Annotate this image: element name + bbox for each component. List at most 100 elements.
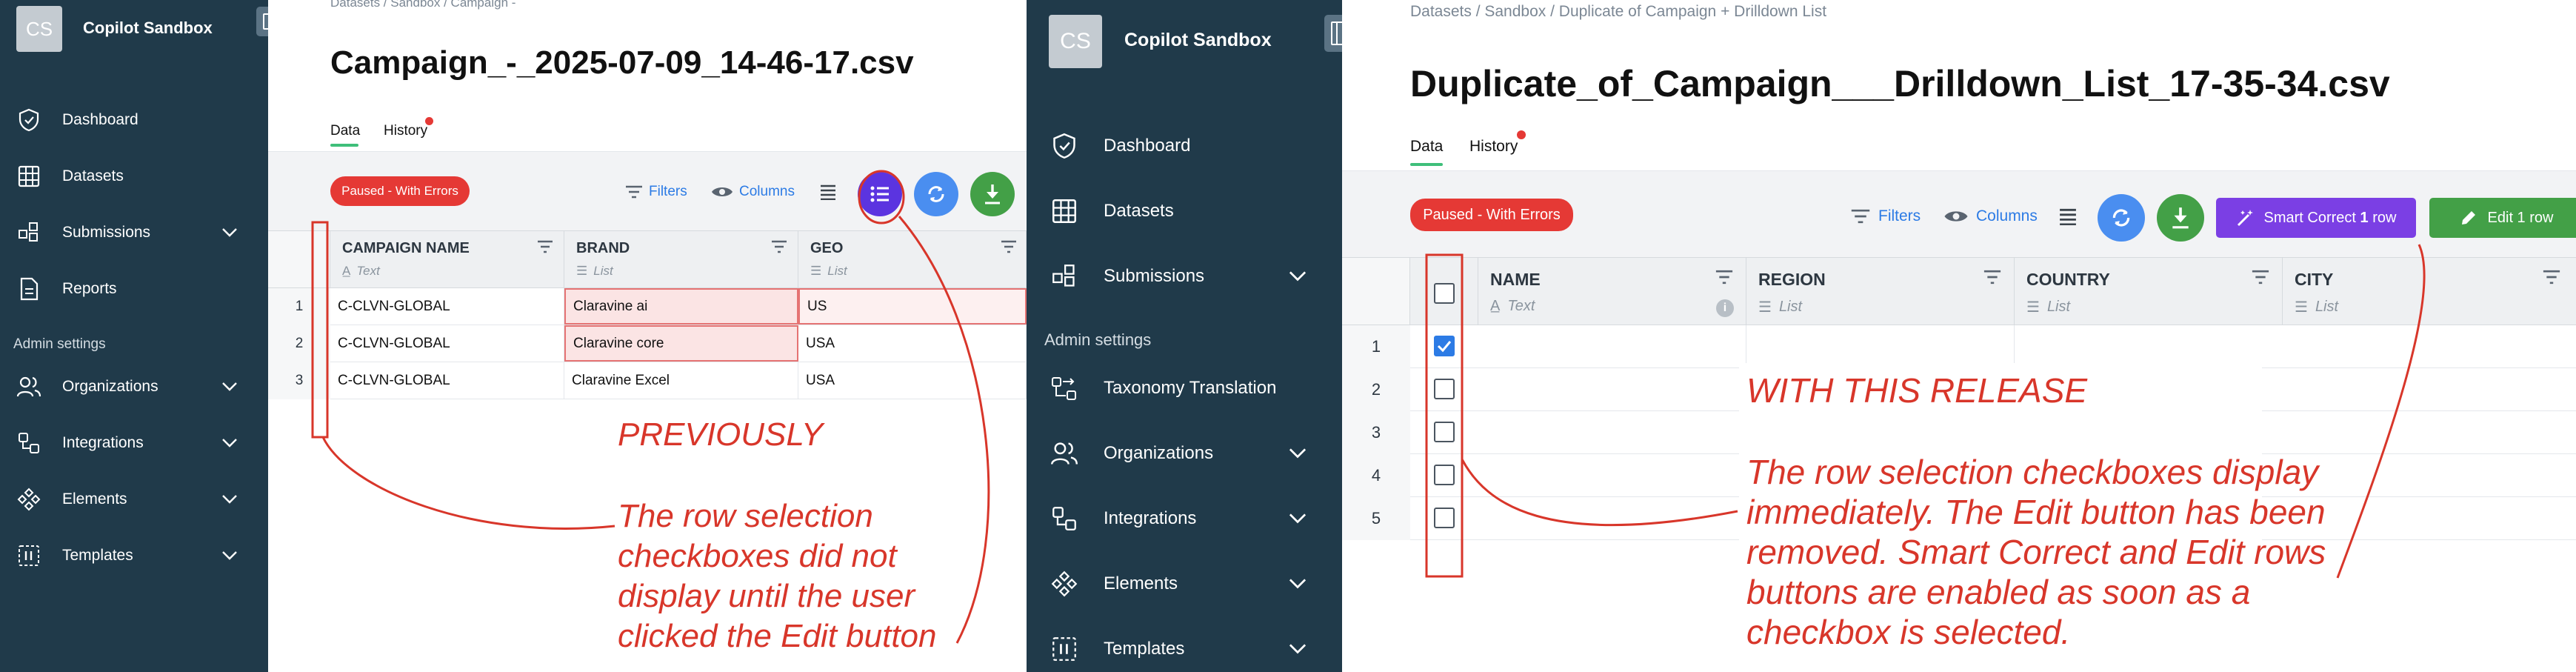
column-header-country[interactable]: COUNTRY ☰ List (2015, 258, 2283, 325)
row-number: 2 (1342, 368, 1410, 411)
history-notification-dot (425, 117, 433, 125)
chevron-down-icon[interactable] (1287, 447, 1308, 460)
column-header-campaign-name[interactable]: CAMPAIGN NAME A̲ Text (330, 231, 564, 287)
select-all-checkbox[interactable] (1434, 283, 1455, 304)
table-cell[interactable]: Claravine Excel (564, 362, 798, 399)
sidebar-item-organizations[interactable]: Organizations (0, 369, 268, 405)
chevron-down-icon[interactable] (221, 437, 238, 449)
breadcrumb[interactable]: Datasets / Sandbox / Duplicate of Campai… (1410, 3, 1826, 21)
main-content: Datasets / Sandbox / Campaign - Campaign… (268, 0, 1027, 672)
sidebar-item-dashboard[interactable]: Dashboard (1027, 126, 1342, 166)
breadcrumb[interactable]: Datasets / Sandbox / Campaign - (330, 0, 515, 10)
edit-rows-button[interactable]: Edit 1 row (2429, 198, 2576, 238)
column-filter-icon[interactable] (2542, 270, 2561, 285)
chevron-down-icon[interactable] (1287, 512, 1308, 525)
table-cell-error[interactable]: Claravine core (564, 325, 798, 362)
sidebar-item-elements[interactable]: Elements (0, 482, 268, 517)
download-button[interactable] (970, 172, 1015, 216)
row-checkbox[interactable] (1434, 422, 1455, 442)
table-cell[interactable]: C-CLVN-GLOBAL (330, 325, 564, 362)
column-header-name[interactable]: NAME A̲ Text i (1478, 258, 1746, 325)
column-header-geo[interactable]: GEO ☰ List (798, 231, 1027, 287)
sidebar-item-datasets[interactable]: Datasets (1027, 191, 1342, 231)
sidebar-item-elements[interactable]: Elements (1027, 564, 1342, 604)
annotation-line: clicked the Edit button (618, 618, 937, 654)
column-filter-icon[interactable] (1001, 240, 1017, 253)
columns-button[interactable]: Columns (711, 184, 795, 200)
edit-mode-button[interactable] (858, 172, 902, 216)
row-checkbox[interactable] (1434, 379, 1455, 399)
table-cell[interactable]: USA (798, 325, 1027, 362)
sidebar-item-reports[interactable]: Reports (0, 271, 268, 307)
org-name[interactable]: Copilot Sandbox (1124, 30, 1272, 51)
filters-button[interactable]: Filters (1850, 207, 1921, 225)
sidebar-item-integrations[interactable]: Integrations (0, 425, 268, 461)
column-filter-icon[interactable] (2251, 270, 2270, 285)
chevron-down-icon[interactable] (221, 550, 238, 562)
table-cell[interactable]: USA (798, 362, 1027, 399)
table-cell[interactable] (1478, 325, 1746, 367)
sidebar-item-organizations[interactable]: Organizations (1027, 433, 1342, 473)
chevron-down-icon[interactable] (1287, 577, 1308, 591)
table-row[interactable]: 1 (1342, 325, 2576, 368)
sidebar-item-submissions[interactable]: Submissions (1027, 256, 1342, 296)
row-checkbox-checked[interactable] (1434, 336, 1455, 356)
table-cell[interactable]: C-CLVN-GLOBAL (330, 362, 564, 399)
sync-button[interactable] (2098, 194, 2145, 242)
column-filter-icon[interactable] (1715, 270, 1734, 285)
table-cell[interactable] (1478, 368, 1746, 410)
sidebar-item-submissions[interactable]: Submissions (0, 215, 268, 250)
column-header-brand[interactable]: BRAND ☰ List (564, 231, 798, 287)
eye-icon (712, 187, 733, 196)
table-cell[interactable] (1746, 325, 2015, 367)
table-cell-error[interactable]: US (798, 288, 1027, 325)
table-cell[interactable] (1478, 497, 1746, 539)
column-filter-icon[interactable] (771, 240, 787, 253)
annotation-line: The row selection (618, 498, 873, 534)
table-row[interactable]: 3 C-CLVN-GLOBAL Claravine Excel USA (268, 362, 1027, 399)
chevron-down-icon[interactable] (221, 381, 238, 393)
table-row[interactable]: 2 C-CLVN-GLOBAL Claravine core USA (268, 325, 1027, 362)
columns-button[interactable]: Columns (1943, 207, 2038, 225)
column-header-region[interactable]: REGION ☰ List (1746, 258, 2015, 325)
density-button[interactable] (819, 184, 837, 200)
filters-button[interactable]: Filters (625, 184, 687, 200)
download-button[interactable] (2157, 194, 2204, 242)
smart-correct-button[interactable]: Smart Correct 1 row (2216, 198, 2416, 238)
sync-button[interactable] (914, 172, 958, 216)
sidebar-item-dashboard[interactable]: Dashboard (0, 102, 268, 138)
chevron-down-icon[interactable] (1287, 642, 1308, 656)
sidebar-item-taxonomy-translation[interactable]: Taxonomy Translation (1027, 368, 1342, 408)
info-icon[interactable]: i (1716, 299, 1734, 317)
sidebar-item-templates[interactable]: Templates (0, 538, 268, 573)
row-number-header (1342, 258, 1410, 325)
table-cell[interactable]: C-CLVN-GLOBAL (330, 288, 564, 325)
sidebar-item-templates[interactable]: Templates (1027, 629, 1342, 669)
sidebar-item-datasets[interactable]: Datasets (0, 159, 268, 194)
filter-icon (1851, 209, 1870, 224)
table-row[interactable]: 1 C-CLVN-GLOBAL Claravine ai US (268, 288, 1027, 325)
chevron-down-icon[interactable] (221, 227, 238, 239)
edit-rows-label: Edit 1 row (2487, 209, 2554, 226)
column-filter-icon[interactable] (1983, 270, 2002, 285)
column-filter-icon[interactable] (537, 240, 553, 253)
tab-data[interactable]: Data (1410, 138, 1443, 156)
table-cell-error[interactable]: Claravine ai (564, 288, 798, 325)
tab-history[interactable]: History (1469, 138, 1518, 156)
chevron-down-icon[interactable] (221, 493, 238, 505)
row-checkbox[interactable] (1434, 508, 1455, 528)
eye-icon (1944, 211, 1968, 222)
avatar[interactable]: CS (1049, 15, 1102, 68)
tab-data[interactable]: Data (330, 123, 360, 139)
org-name[interactable]: Copilot Sandbox (83, 19, 213, 38)
sidebar-item-integrations[interactable]: Integrations (1027, 499, 1342, 539)
column-header-city[interactable]: CITY ☰ List (2283, 258, 2576, 325)
row-checkbox[interactable] (1434, 465, 1455, 485)
column-type: ☰ List (2026, 298, 2070, 316)
density-button[interactable] (2058, 207, 2078, 225)
avatar[interactable]: CS (16, 6, 62, 52)
table-cell[interactable] (1478, 411, 1746, 453)
chevron-down-icon[interactable] (1287, 270, 1308, 283)
table-cell[interactable] (1478, 454, 1746, 496)
tab-history[interactable]: History (384, 123, 427, 139)
